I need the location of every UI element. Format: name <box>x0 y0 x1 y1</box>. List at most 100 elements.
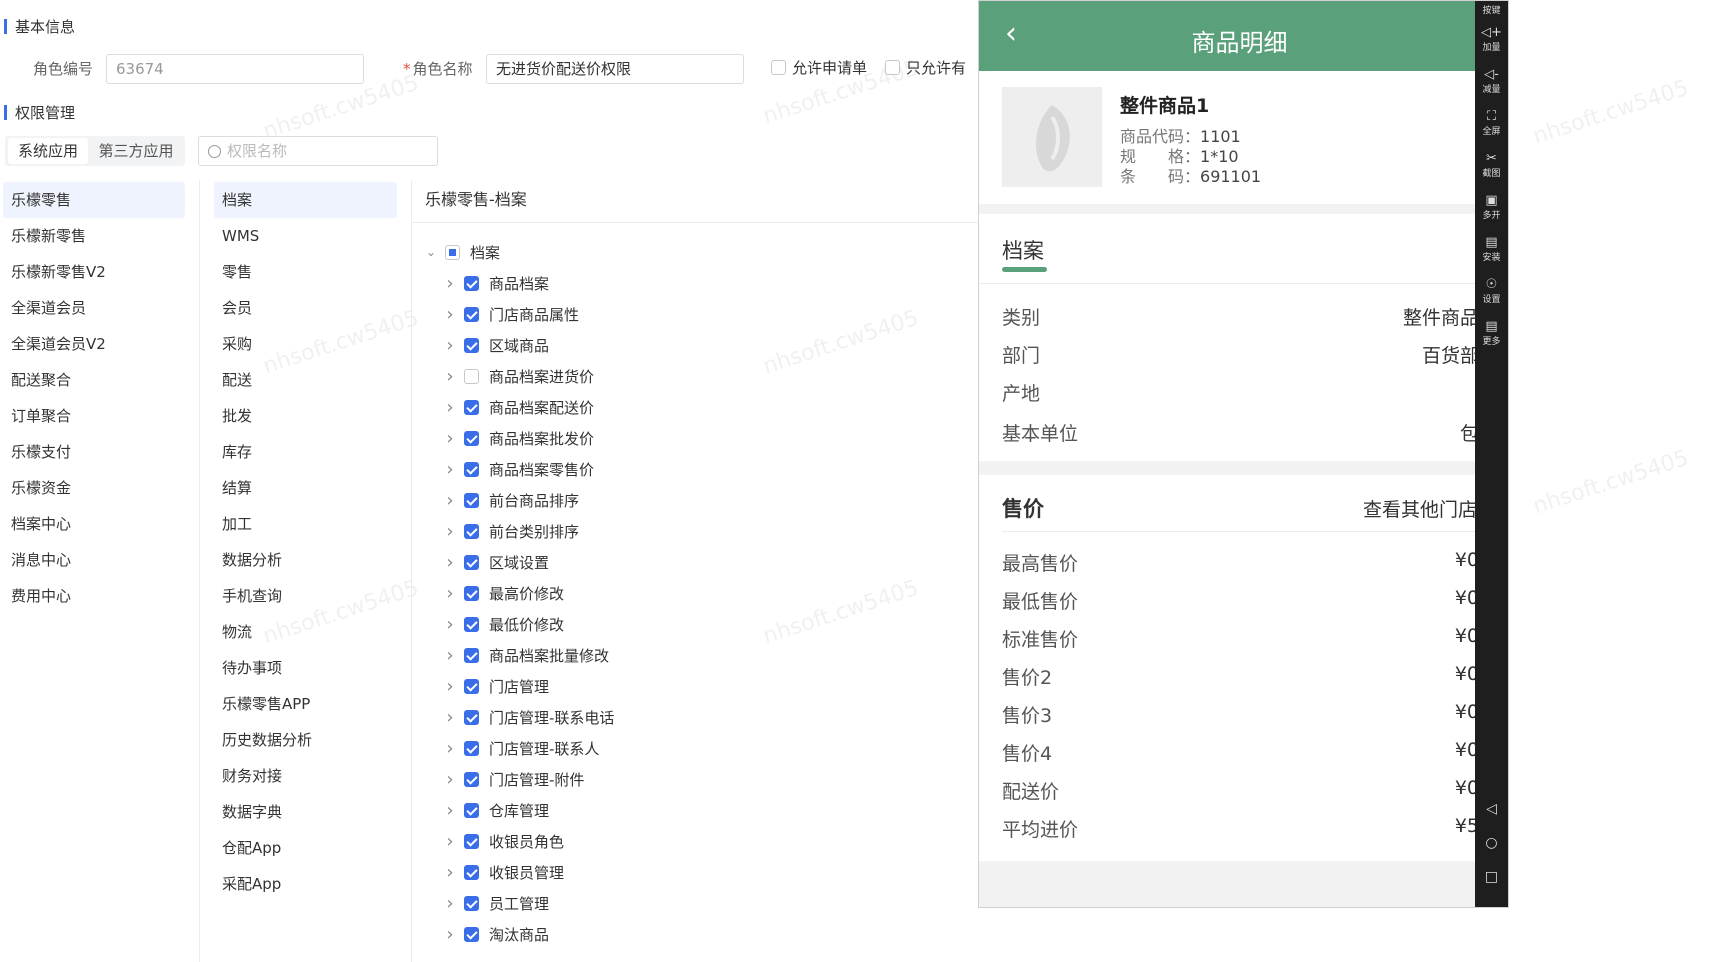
tree-item[interactable]: › 仓库管理 <box>442 795 549 825</box>
chevron-right-icon[interactable]: › <box>442 552 458 573</box>
allow-only-checkbox[interactable]: 只允许有 <box>885 57 966 78</box>
nav-back-icon[interactable]: ◁ <box>1475 801 1508 817</box>
chevron-right-icon[interactable]: › <box>442 459 458 480</box>
checkbox-box[interactable] <box>885 60 900 75</box>
tree-root[interactable]: ⌄ 档案 <box>423 237 500 267</box>
module-item[interactable]: 手机查询 <box>214 578 397 614</box>
tree-item-checkbox[interactable] <box>464 802 479 818</box>
checkbox-box[interactable] <box>771 60 786 75</box>
module-item[interactable]: 数据分析 <box>214 542 397 578</box>
more-button[interactable]: ▤ 更多 <box>1475 319 1508 347</box>
tree-item-checkbox[interactable] <box>464 585 479 601</box>
tree-item[interactable]: › 商品档案 <box>442 268 549 298</box>
tree-item[interactable]: › 商品档案配送价 <box>442 392 594 422</box>
chevron-right-icon[interactable]: › <box>442 397 458 418</box>
tree-item-checkbox[interactable] <box>464 337 479 353</box>
tree-item-checkbox[interactable] <box>464 895 479 911</box>
app-item[interactable]: 费用中心 <box>3 578 185 614</box>
module-item[interactable]: 待办事项 <box>214 650 397 686</box>
module-item[interactable]: 乐檬零售APP <box>214 686 397 722</box>
chevron-right-icon[interactable]: › <box>442 490 458 511</box>
app-item[interactable]: 消息中心 <box>3 542 185 578</box>
tree-item[interactable]: › 收银员管理 <box>442 857 564 887</box>
module-item[interactable]: 数据字典 <box>214 794 397 830</box>
tree-item-checkbox[interactable] <box>464 430 479 446</box>
module-item[interactable]: 配送 <box>214 362 397 398</box>
tree-item-checkbox[interactable] <box>464 275 479 291</box>
chevron-right-icon[interactable]: › <box>442 676 458 697</box>
app-item[interactable]: 档案中心 <box>3 506 185 542</box>
module-item[interactable]: 仓配App <box>214 830 397 866</box>
tree-item-checkbox[interactable] <box>464 492 479 508</box>
tree-item-checkbox[interactable] <box>464 616 479 632</box>
tree-item[interactable]: › 门店商品属性 <box>442 299 579 329</box>
module-item[interactable]: 加工 <box>214 506 397 542</box>
chevron-right-icon[interactable]: › <box>442 769 458 790</box>
tree-item[interactable]: › 区域商品 <box>442 330 549 360</box>
volume-up-button[interactable]: ◁+ 加量 <box>1475 25 1508 53</box>
chevron-down-icon[interactable]: ⌄ <box>423 245 439 259</box>
tree-item[interactable]: › 商品档案进货价 <box>442 361 594 391</box>
chevron-right-icon[interactable]: › <box>442 273 458 294</box>
chevron-right-icon[interactable]: › <box>442 521 458 542</box>
chevron-right-icon[interactable]: › <box>442 428 458 449</box>
nav-home-icon[interactable]: ○ <box>1475 835 1508 851</box>
tree-item-checkbox[interactable] <box>464 306 479 322</box>
tree-item-checkbox[interactable] <box>464 554 479 570</box>
app-item[interactable]: 乐檬新零售V2 <box>3 254 185 290</box>
role-name-input[interactable]: 无进货价配送价权限 <box>486 54 744 84</box>
install-button[interactable]: ▤ 安装 <box>1475 235 1508 263</box>
perm-search-input[interactable]: 权限名称 <box>198 136 438 166</box>
tree-item[interactable]: › 商品档案零售价 <box>442 454 594 484</box>
app-item[interactable]: 全渠道会员 <box>3 290 185 326</box>
module-item[interactable]: 库存 <box>214 434 397 470</box>
chevron-right-icon[interactable]: › <box>442 366 458 387</box>
chevron-right-icon[interactable]: › <box>442 614 458 635</box>
chevron-right-icon[interactable]: › <box>442 924 458 945</box>
tree-item-checkbox[interactable] <box>464 368 479 384</box>
tree-item-checkbox[interactable] <box>464 771 479 787</box>
tree-item-checkbox[interactable] <box>464 709 479 725</box>
tree-item[interactable]: › 最高价修改 <box>442 578 564 608</box>
module-item[interactable]: 结算 <box>214 470 397 506</box>
module-item[interactable]: 采购 <box>214 326 397 362</box>
module-item[interactable]: 会员 <box>214 290 397 326</box>
module-item[interactable]: 档案 <box>214 182 397 218</box>
tree-item[interactable]: › 门店管理 <box>442 671 549 701</box>
chevron-right-icon[interactable]: › <box>442 645 458 666</box>
tree-item[interactable]: › 前台类别排序 <box>442 516 579 546</box>
tree-item[interactable]: › 淘汰商品 <box>442 919 549 949</box>
app-item[interactable]: 全渠道会员V2 <box>3 326 185 362</box>
volume-down-button[interactable]: ◁- 减量 <box>1475 67 1508 95</box>
tree-item[interactable]: › 门店管理-联系电话 <box>442 702 614 732</box>
app-item[interactable]: 配送聚合 <box>3 362 185 398</box>
module-item[interactable]: 零售 <box>214 254 397 290</box>
screenshot-button[interactable]: ✂ 截图 <box>1475 151 1508 179</box>
tree-item[interactable]: › 商品档案批量修改 <box>442 640 609 670</box>
chevron-right-icon[interactable]: › <box>442 800 458 821</box>
tree-item[interactable]: › 前台商品排序 <box>442 485 579 515</box>
tree-item[interactable]: › 最低价修改 <box>442 609 564 639</box>
module-item[interactable]: 财务对接 <box>214 758 397 794</box>
tab-system-apps[interactable]: 系统应用 <box>8 138 88 164</box>
chevron-right-icon[interactable]: › <box>442 831 458 852</box>
tab-third-party-apps[interactable]: 第三方应用 <box>91 138 181 164</box>
chevron-right-icon[interactable]: › <box>442 583 458 604</box>
chevron-right-icon[interactable]: › <box>442 862 458 883</box>
tree-item[interactable]: › 区域设置 <box>442 547 549 577</box>
tree-item-checkbox[interactable] <box>464 678 479 694</box>
nav-recent-icon[interactable]: □ <box>1475 869 1508 885</box>
app-item[interactable]: 订单聚合 <box>3 398 185 434</box>
module-item[interactable]: 批发 <box>214 398 397 434</box>
tree-item-checkbox[interactable] <box>464 523 479 539</box>
tree-item-checkbox[interactable] <box>464 926 479 942</box>
tree-item[interactable]: › 收银员角色 <box>442 826 564 856</box>
chevron-right-icon[interactable]: › <box>442 335 458 356</box>
tree-item[interactable]: › 门店管理-联系人 <box>442 733 599 763</box>
module-item[interactable]: 历史数据分析 <box>214 722 397 758</box>
tree-item-checkbox[interactable] <box>464 647 479 663</box>
app-item[interactable]: 乐檬资金 <box>3 470 185 506</box>
allow-apply-checkbox[interactable]: 允许申请单 <box>771 57 867 78</box>
chevron-right-icon[interactable]: › <box>442 738 458 759</box>
tab-archive[interactable]: 档案 <box>1002 235 1044 265</box>
